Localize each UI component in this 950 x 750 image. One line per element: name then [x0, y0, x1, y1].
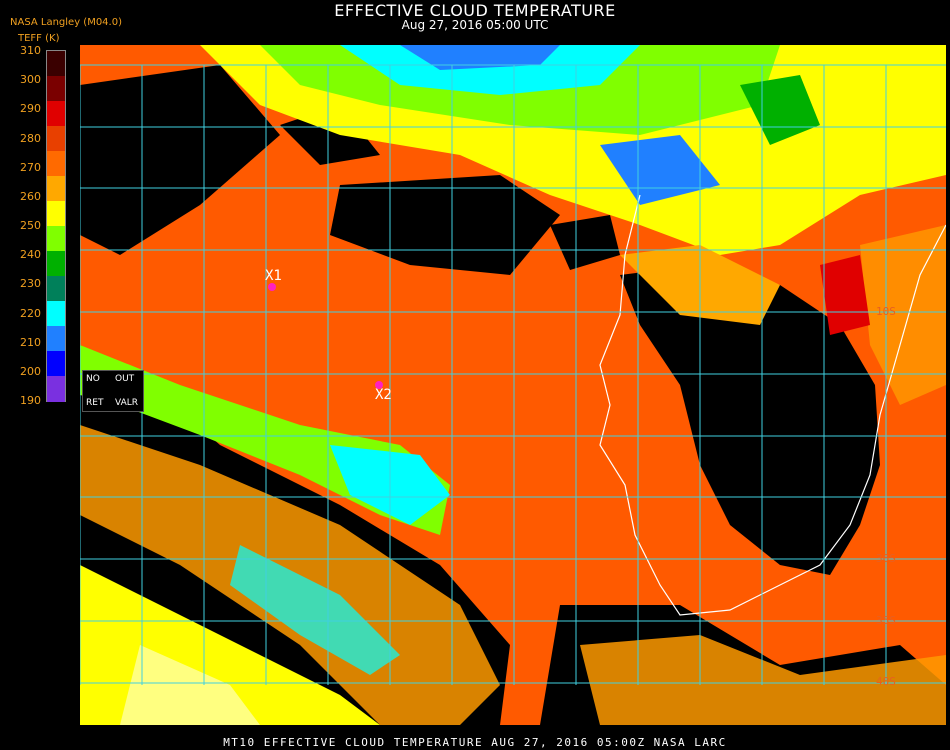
colorbar-title: TEFF (K) [18, 33, 60, 44]
lat-label-40s: 40S [876, 675, 896, 688]
legend-out: OUT [115, 374, 135, 384]
colorbar-segment [47, 276, 65, 302]
colorbar [46, 50, 66, 402]
colorbar-tick-label: 210 [20, 335, 41, 349]
marker-x1-dot [268, 283, 276, 291]
legend-valr: VALR [115, 398, 139, 408]
colorbar-tick-label: 190 [20, 394, 41, 407]
marker-x2-label: X2 [375, 387, 392, 403]
colorbar-tick-label: 300 [20, 73, 41, 87]
colorbar-segment [47, 251, 65, 277]
marker-x1-label: X1 [265, 268, 282, 284]
satellite-map [80, 45, 946, 725]
timestamp: Aug 27, 2016 05:00 UTC [401, 18, 549, 32]
colorbar-segment [47, 126, 65, 152]
colorbar-segment [47, 201, 65, 227]
legend-box: NO OUT RET VALR [82, 370, 144, 412]
colorbar-tick-label: 250 [20, 219, 41, 232]
colorbar-segment [47, 301, 65, 327]
colorbar-segment [47, 326, 65, 352]
footer-caption: MT10 EFFECTIVE CLOUD TEMPERATURE AUG 27,… [223, 736, 727, 749]
colorbar-tick-label: 200 [20, 364, 41, 378]
lat-label-10s: 10S [876, 305, 896, 318]
colorbar-segment [47, 101, 65, 127]
lat-label-35s: 35S [876, 614, 896, 627]
colorbar-tick-label: 230 [20, 277, 41, 291]
colorbar-tick-label: 240 [20, 248, 41, 262]
colorbar-segment [47, 76, 65, 102]
colorbar-segment [47, 376, 65, 402]
colorbar-segment [47, 226, 65, 252]
org-label: NASA Langley (M04.0) [10, 17, 122, 28]
legend-no: NO [86, 374, 100, 384]
colorbar-segment [47, 151, 65, 177]
lat-label-30s: 30S [876, 552, 896, 565]
legend-ret: RET [86, 398, 104, 408]
colorbar-tick-label: 290 [20, 102, 41, 116]
colorbar-segment [47, 351, 65, 377]
colorbar-segment [47, 176, 65, 202]
colorbar-tick-label: 270 [20, 160, 41, 174]
colorbar-tick-label: 260 [20, 189, 41, 203]
colorbar-tick-label: 280 [20, 131, 41, 145]
colorbar-tick-label: 220 [20, 306, 41, 320]
colorbar-tick-label: 310 [20, 44, 41, 57]
colorbar-segment [47, 51, 65, 77]
